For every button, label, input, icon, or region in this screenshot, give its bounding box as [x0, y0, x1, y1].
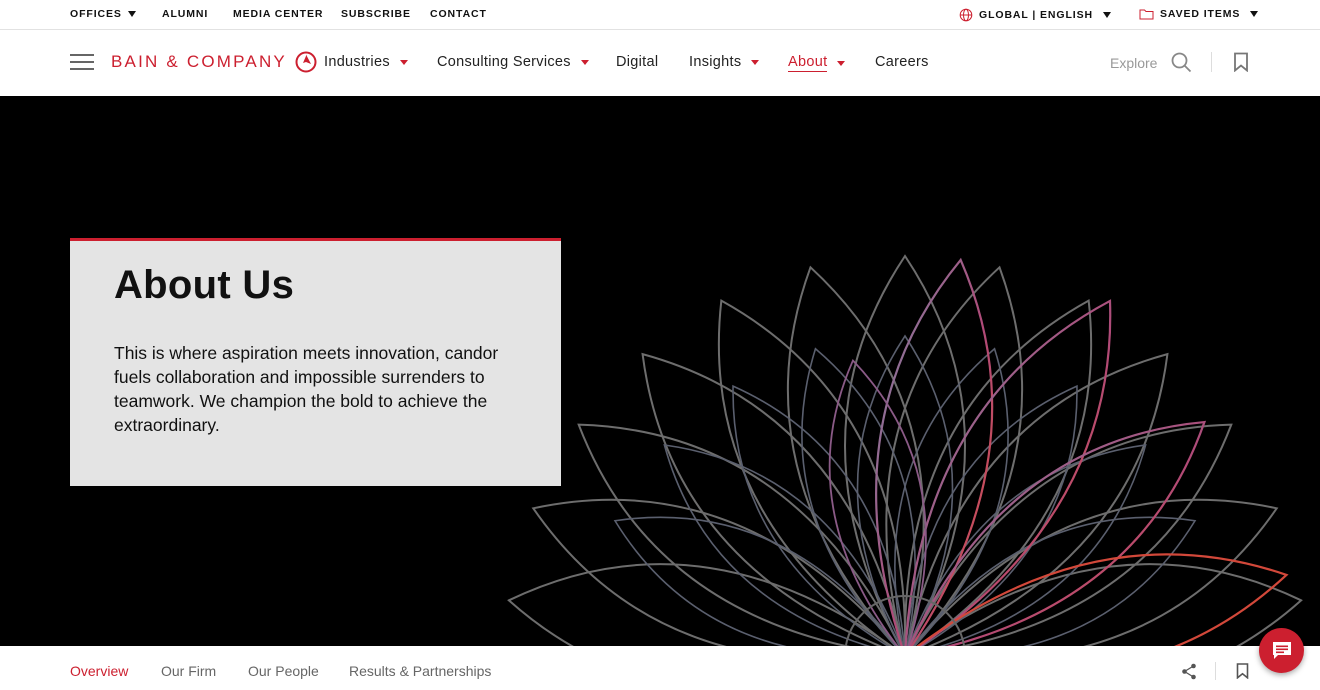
chat-button[interactable] [1259, 628, 1304, 673]
caret-down-icon [1250, 11, 1259, 17]
nav-insights-label: Insights [689, 54, 742, 70]
nav-about-label: About [788, 54, 828, 72]
subnav-results-partnerships[interactable]: Results & Partnerships [349, 663, 491, 679]
caret-down-icon [580, 59, 589, 65]
nav-digital[interactable]: Digital [616, 54, 658, 70]
saved-items-dropdown[interactable]: SAVED ITEMS [1139, 8, 1259, 20]
subnav-overview[interactable]: Overview [70, 663, 128, 679]
nav-insights[interactable]: Insights [689, 54, 760, 70]
caret-down-icon [751, 59, 760, 65]
explore-search-link[interactable]: Explore [1110, 55, 1157, 71]
bookmark-icon[interactable] [1233, 52, 1249, 72]
caret-down-icon [399, 59, 408, 65]
share-icon[interactable] [1181, 663, 1197, 680]
region-selector[interactable]: GLOBAL | ENGLISH [959, 8, 1111, 22]
subnav-our-people[interactable]: Our People [248, 663, 319, 679]
saved-items-label: SAVED ITEMS [1160, 8, 1241, 20]
hamburger-menu-icon[interactable] [70, 53, 94, 71]
main-navigation: BAIN & COMPANY Industries Consulting Ser… [0, 30, 1320, 96]
folder-icon [1139, 9, 1154, 20]
hero-card: About Us This is where aspiration meets … [70, 238, 561, 486]
page-title: About Us [114, 263, 295, 307]
nav-consulting-services[interactable]: Consulting Services [437, 54, 589, 70]
logo-mark-icon [295, 51, 317, 73]
offices-dropdown[interactable]: OFFICES [70, 8, 136, 20]
caret-down-icon [1102, 12, 1111, 18]
nav-industries-label: Industries [324, 54, 390, 70]
hero-banner: About Us This is where aspiration meets … [0, 96, 1320, 646]
nav-about[interactable]: About [788, 54, 846, 72]
subnav-divider [1215, 662, 1216, 680]
section-subnav: Overview Our Firm Our People Results & P… [0, 646, 1320, 690]
nav-careers[interactable]: Careers [875, 54, 929, 70]
contact-link[interactable]: CONTACT [430, 8, 487, 20]
chat-icon [1272, 641, 1291, 659]
media-center-link[interactable]: MEDIA CENTER [233, 8, 323, 20]
logo-text: BAIN & COMPANY [111, 52, 287, 71]
globe-icon [959, 8, 973, 22]
subnav-our-firm[interactable]: Our Firm [161, 663, 216, 679]
caret-down-icon [127, 11, 136, 17]
nav-industries[interactable]: Industries [324, 54, 408, 70]
nav-consulting-services-label: Consulting Services [437, 54, 571, 70]
search-icon[interactable] [1171, 52, 1192, 73]
offices-label: OFFICES [70, 8, 122, 20]
bain-logo[interactable]: BAIN & COMPANY [111, 50, 317, 74]
nav-digital-label: Digital [616, 54, 659, 70]
utility-bar: OFFICES ALUMNI MEDIA CENTER SUBSCRIBE CO… [0, 0, 1320, 30]
region-label: GLOBAL | ENGLISH [979, 9, 1093, 21]
caret-down-icon [837, 60, 846, 66]
nav-careers-label: Careers [875, 54, 929, 70]
alumni-link[interactable]: ALUMNI [162, 8, 208, 20]
nav-divider [1211, 52, 1212, 72]
subscribe-link[interactable]: SUBSCRIBE [341, 8, 411, 20]
hero-description: This is where aspiration meets innovatio… [114, 343, 499, 435]
bookmark-icon[interactable] [1236, 663, 1249, 679]
